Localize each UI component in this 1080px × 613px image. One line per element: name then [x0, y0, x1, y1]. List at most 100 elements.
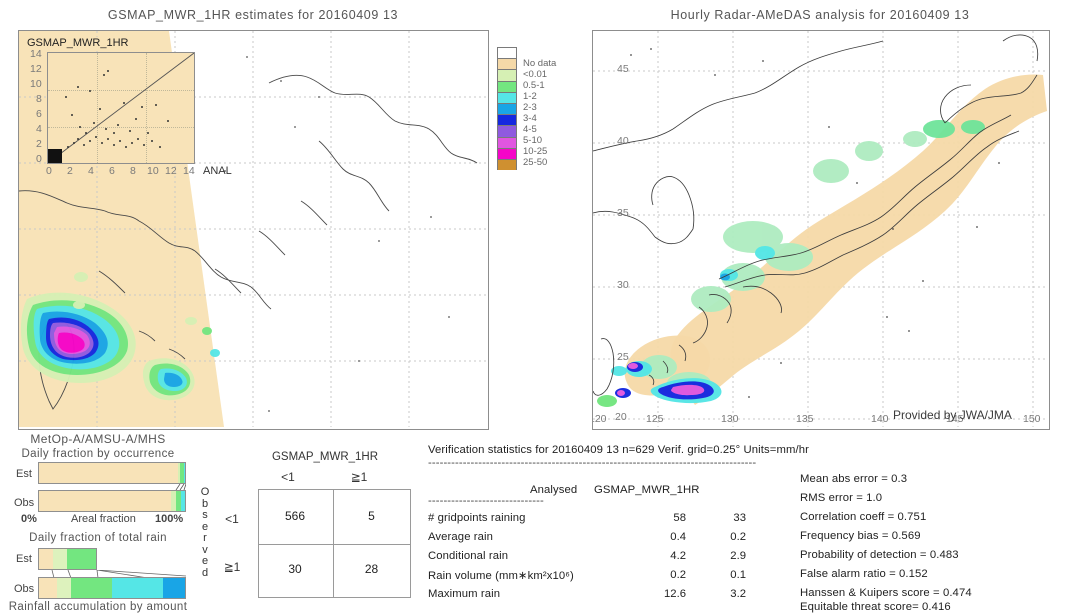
colorbar-label-3-4: 3-4: [523, 113, 537, 124]
total-rain-bar-obs: [38, 577, 186, 599]
verification-row-analysed-4: 12.6: [664, 588, 686, 600]
tr-est-seg-2: [67, 549, 96, 569]
tr-est-seg-1: [52, 549, 68, 569]
occ-est-seg-0: [39, 463, 178, 483]
right-lon-tick-125: 125: [646, 413, 664, 425]
inset-xtick-2: 2: [67, 165, 73, 177]
score-rms-error: RMS error = 1.0: [800, 492, 883, 504]
right-lon-tick-150: 150: [1023, 413, 1041, 425]
sensor-source-label: MetOp-A/AMSU-A/MHS: [30, 432, 166, 446]
right-lon-tick-120: 120: [593, 413, 607, 425]
contingency-model-header: GSMAP_MWR_1HR: [271, 451, 379, 463]
verification-header: Verification statistics for 20160409 13 …: [428, 444, 809, 456]
inset-xtick-8: 8: [130, 165, 136, 177]
colorbar-swatch-6: [497, 114, 517, 126]
verification-row-label-1: Average rain: [428, 531, 494, 543]
total-rain-row-label-est: Est: [16, 553, 32, 565]
right-map-panel[interactable]: 45 40 35 30 25 20 120 125 130 135 140 14…: [592, 30, 1050, 430]
scatter-points: [48, 53, 194, 163]
score-correlation-coeff: Correlation coeff = 0.751: [800, 511, 927, 523]
contingency-table[interactable]: [258, 489, 411, 598]
inset-xtick-0: 0: [46, 165, 52, 177]
right-lat-tick-20: 20: [615, 411, 627, 423]
contingency-cell-hit: 28: [364, 562, 379, 576]
colorbar-label-lt001: <0.01: [523, 69, 548, 80]
contingency-observed-label: Observed: [200, 486, 210, 579]
colorbar-swatch-7: [497, 125, 517, 137]
inset-xaxis-label: ANAL: [203, 165, 232, 177]
right-panel-title: Hourly Radar-AMeDAS analysis for 2016040…: [670, 8, 970, 22]
contingency-cell-miss: 30: [288, 562, 302, 576]
figure-root: GSMAP_MWR_1HR estimates for 20160409 13: [0, 0, 1080, 613]
total-rain-bar-est: [38, 548, 97, 570]
colorbar-label-25-50: 25-50: [523, 157, 548, 168]
verification-row-label-2: Conditional rain: [428, 550, 509, 562]
verification-row-model-4: 3.2: [730, 588, 746, 600]
contingency-cell-hit-none: 566: [284, 509, 306, 523]
left-map-panel[interactable]: GSMAP_MWR_1HR 14 12 10 8 6 4 2 0 0 2 4 6…: [18, 30, 489, 430]
contingency-col-header-lt1: <1: [281, 470, 295, 484]
colorbar-swatch-3: [497, 80, 517, 92]
occurrence-x-label: Areal fraction: [71, 513, 136, 525]
inset-ytick-12: 12: [30, 63, 42, 75]
colorbar-swatch-2: [497, 69, 517, 81]
right-lon-tick-140: 140: [871, 413, 889, 425]
total-rain-x-label: Rainfall accumulation by amount: [8, 601, 188, 613]
verification-row-analysed-1: 0.4: [670, 531, 686, 543]
score-hanssen-kuipers: Hanssen & Kuipers score = 0.474: [800, 587, 972, 599]
inset-xtick-10: 10: [147, 165, 159, 177]
verification-row-model-0: 33: [733, 512, 746, 524]
score-probability-of-detection: Probability of detection = 0.483: [800, 549, 959, 561]
verification-row-model-1: 0.2: [730, 531, 746, 543]
verification-sub-divider: ------------------------------: [428, 495, 544, 507]
occurrence-x-min: 0%: [21, 513, 37, 525]
occ-est-seg-3: [183, 463, 185, 483]
tr-obs-seg-4: [163, 578, 185, 598]
verification-row-label-4: Maximum rain: [428, 588, 501, 600]
score-frequency-bias: Frequency bias = 0.569: [800, 530, 921, 542]
colorbar-label-05-1: 0.5-1: [523, 80, 545, 91]
inset-ytick-2: 2: [36, 138, 42, 150]
inset-xtick-14: 14: [183, 165, 195, 177]
scatter-inset[interactable]: [47, 52, 195, 164]
colorbar-swatch-10: [497, 158, 517, 171]
occurrence-row-label-est: Est: [16, 468, 32, 480]
verification-row-label-3: Rain volume (mm∗km²x10⁶): [428, 570, 574, 582]
right-lon-tick-130: 130: [721, 413, 739, 425]
left-panel-title: GSMAP_MWR_1HR estimates for 20160409 13: [107, 8, 399, 22]
verification-row-analysed-2: 4.2: [670, 550, 686, 562]
inset-ytick-4: 4: [36, 123, 42, 135]
occurrence-row-label-obs: Obs: [14, 497, 35, 509]
colorbar-swatch-5: [497, 102, 517, 115]
colorbar-label-no-data: No data: [523, 58, 557, 69]
occurrence-x-max: 100%: [155, 513, 184, 525]
verification-row-label-0: # gridpoints raining: [428, 512, 526, 524]
right-lat-tick-30: 30: [617, 279, 629, 291]
right-lat-tick-45: 45: [617, 63, 629, 75]
inset-xtick-12: 12: [165, 165, 177, 177]
score-false-alarm-ratio: False alarm ratio = 0.152: [800, 568, 928, 580]
total-rain-chart-title: Daily fraction of total rain: [29, 532, 167, 544]
score-equitable-threat: Equitable threat score= 0.416: [800, 601, 951, 613]
tr-obs-seg-0: [39, 578, 57, 598]
right-lat-tick-40: 40: [617, 135, 629, 147]
contingency-cell-false-alarm: 5: [368, 509, 375, 523]
right-lon-tick-135: 135: [796, 413, 814, 425]
data-credit: Provided by JWA/JMA: [893, 408, 1012, 422]
colorbar-swatch-9: [497, 147, 517, 159]
colorbar-swatch-4: [497, 91, 517, 103]
occ-obs-seg-3: [180, 491, 185, 511]
inset-ytick-10: 10: [30, 78, 42, 90]
tr-obs-seg-2: [71, 578, 112, 598]
right-map-canvas: [593, 31, 1047, 427]
verification-row-model-3: 0.1: [730, 569, 746, 581]
inset-ytick-8: 8: [36, 93, 42, 105]
contingency-row-header-ge1: ≧1: [223, 560, 241, 574]
inset-label: GSMAP_MWR_1HR: [27, 37, 129, 49]
colorbar-label-1-2: 1-2: [523, 91, 537, 102]
colorbar-swatch-8: [497, 136, 517, 148]
verification-row-model-2: 2.9: [730, 550, 746, 562]
contingency-col-header-ge1: ≧1: [350, 470, 368, 484]
inset-ytick-6: 6: [36, 108, 42, 120]
tr-obs-seg-1: [56, 578, 72, 598]
